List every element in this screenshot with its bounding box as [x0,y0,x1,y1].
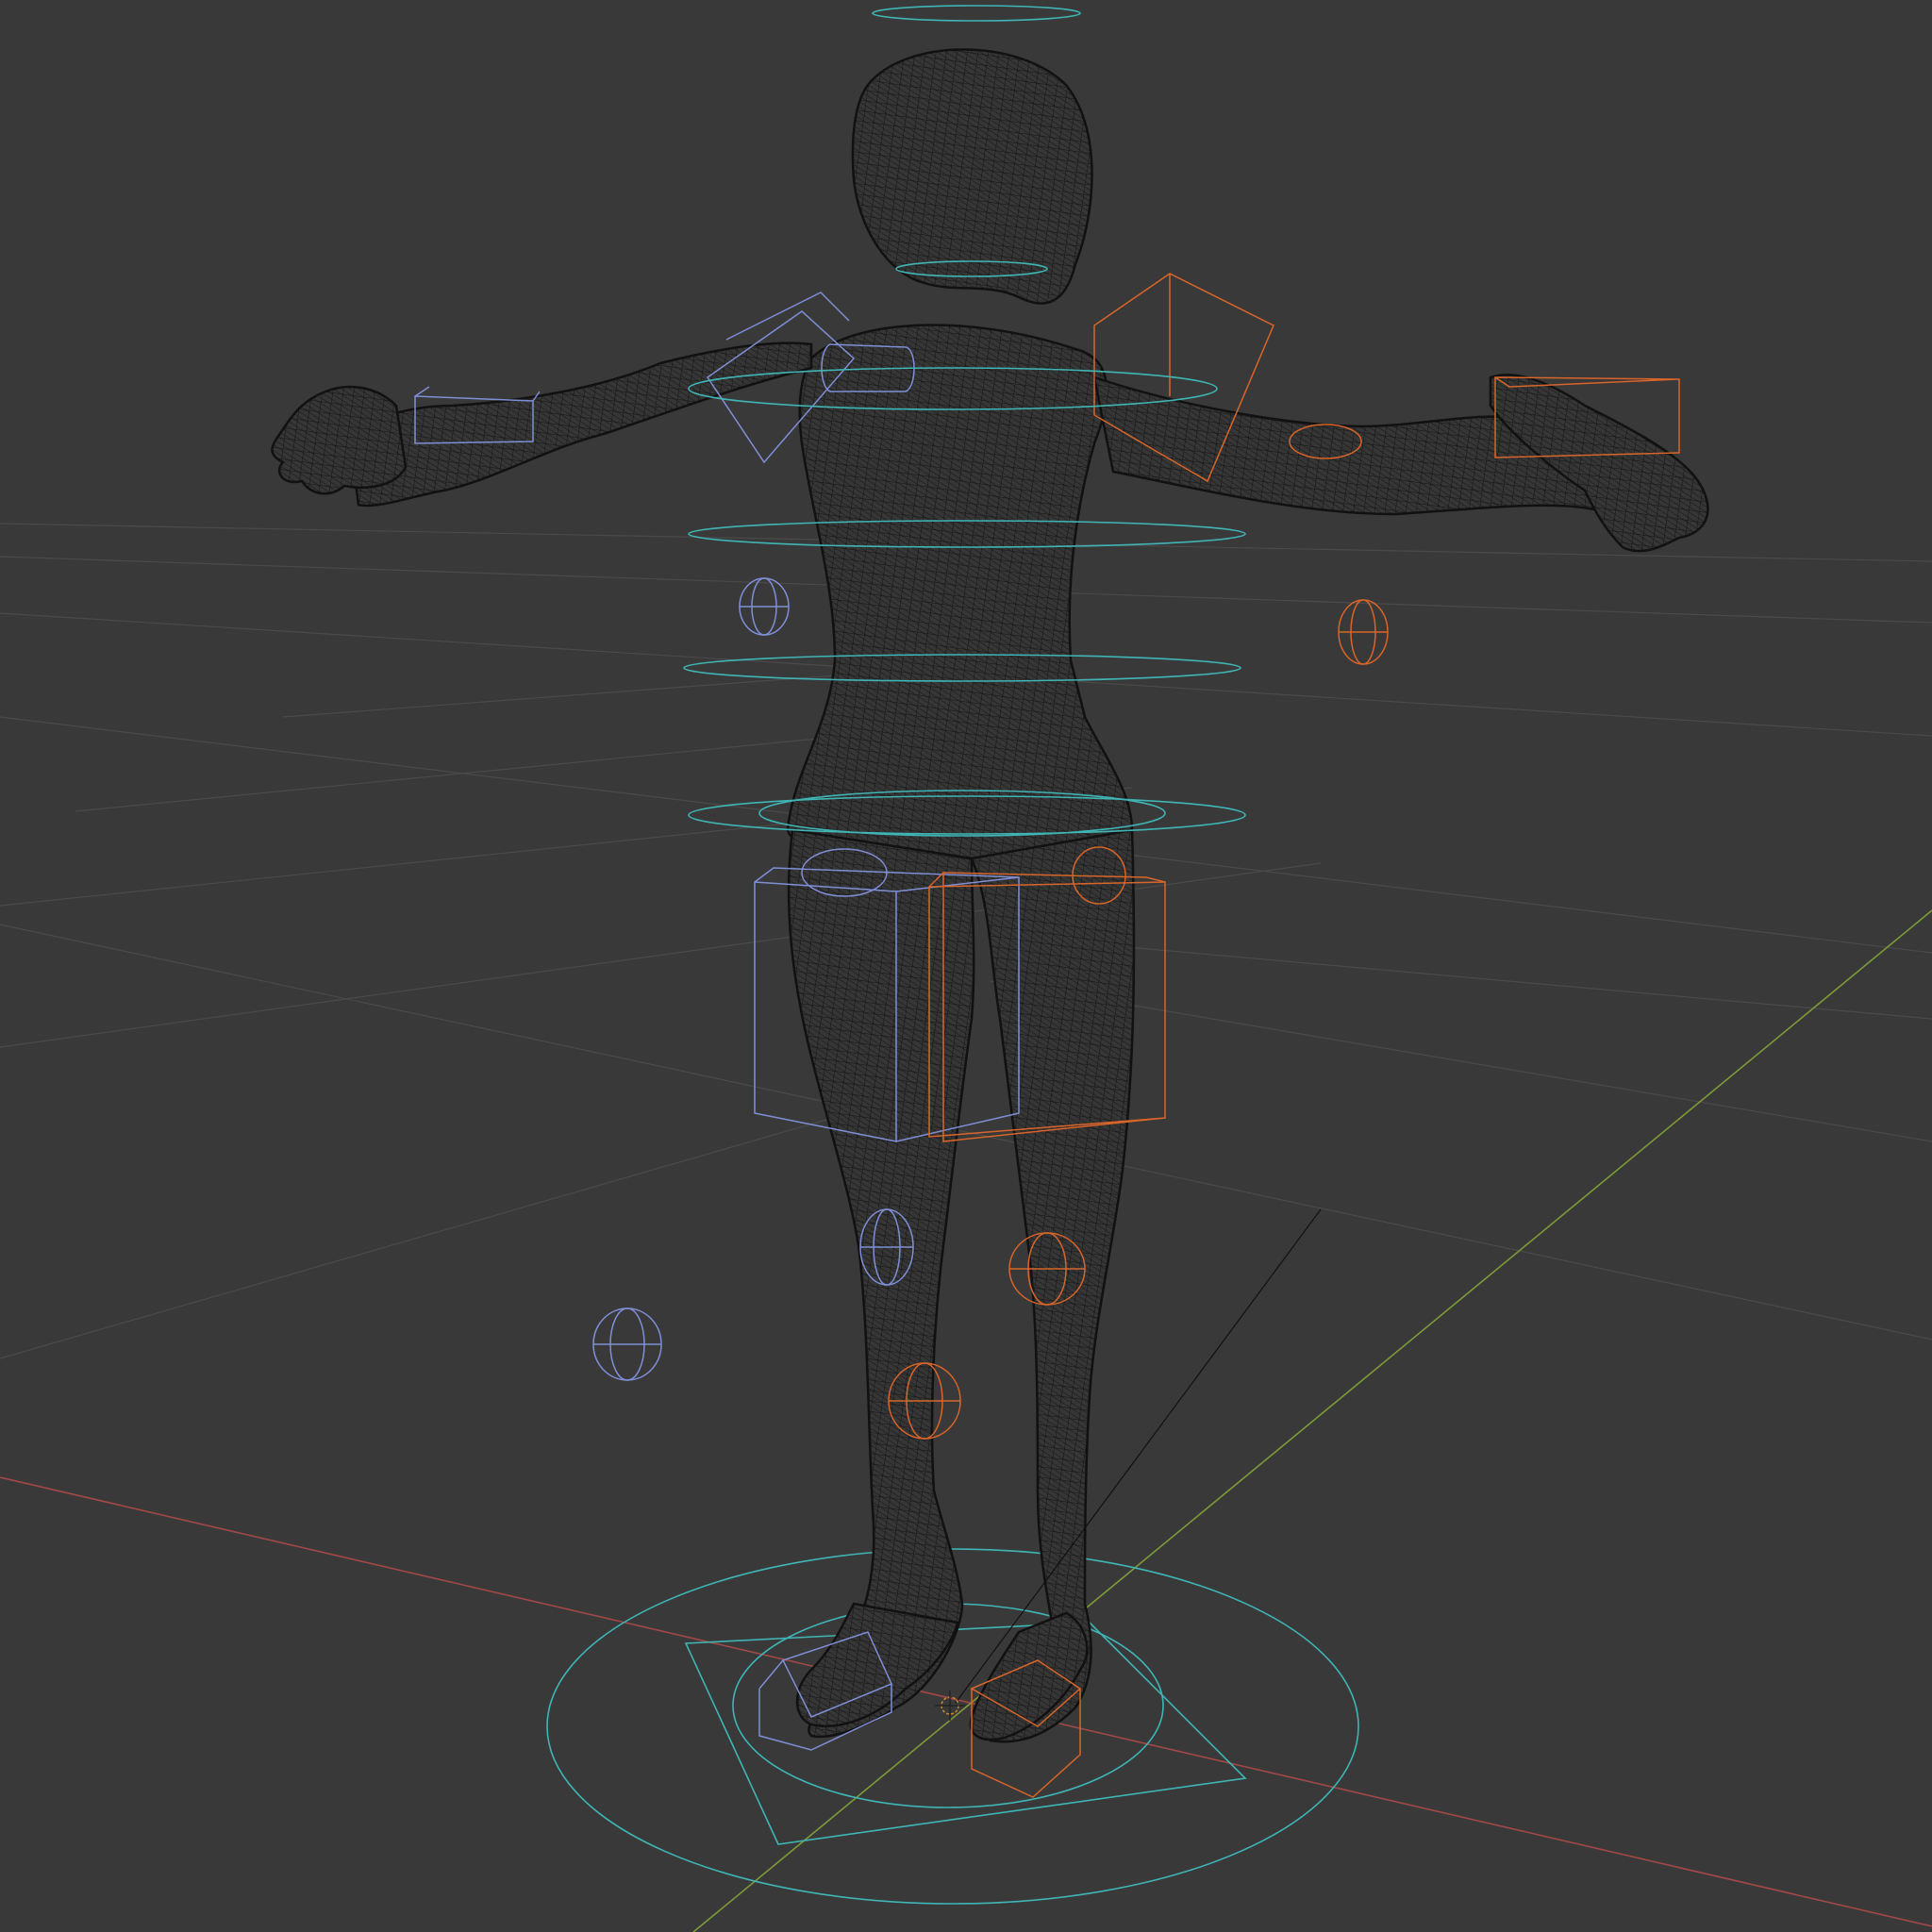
character-mesh[interactable] [271,48,1709,1743]
grid-line [1084,942,1932,1020]
viewport-canvas[interactable] [0,0,1932,1932]
right-leg-overlay [972,830,1134,1742]
left-hand-overlay [272,387,406,494]
spine-ring-0 [872,5,1081,22]
grid-line [0,1112,850,1359]
x-axis-line [0,1476,1932,1927]
torso-overlay [788,325,1133,859]
3d-viewport[interactable] [0,0,1932,1932]
left-arm-overlay [349,342,811,507]
relationship-line [955,1208,1322,1704]
hair-head-overlay [852,49,1092,304]
